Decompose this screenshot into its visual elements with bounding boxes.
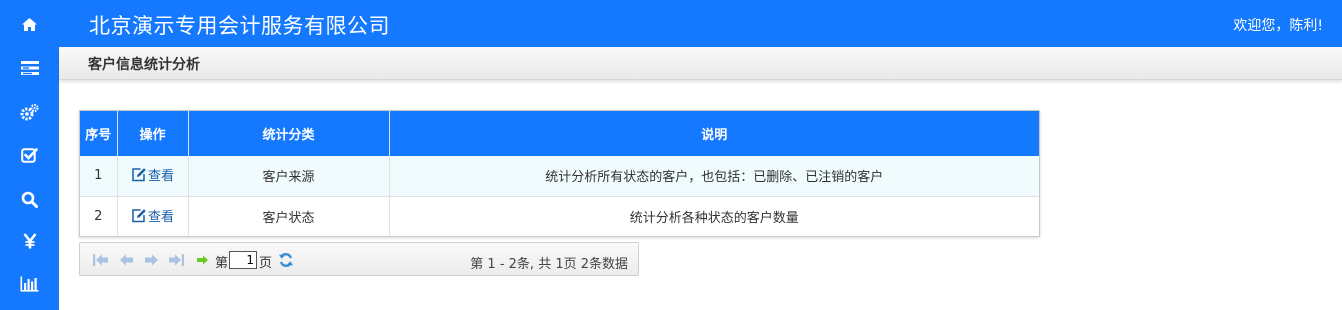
row-index: 2 xyxy=(80,196,118,236)
prev-page-icon xyxy=(119,254,133,266)
sidebar-item-finance[interactable] xyxy=(0,221,59,261)
edit-icon xyxy=(132,168,146,182)
breadcrumb: 客户信息统计分析 xyxy=(59,47,1342,80)
list-icon xyxy=(20,61,39,75)
view-link-label: 查看 xyxy=(147,169,174,185)
row-action-cell: 查看 xyxy=(117,196,189,236)
table-header-row: 序号 操作 统计分类 说明 xyxy=(80,111,1039,156)
company-name: 北京演示专用会计服务有限公司 xyxy=(89,14,390,38)
refresh-button[interactable] xyxy=(277,252,295,268)
row-description: 统计分析各种状态的客户数量 xyxy=(389,196,1039,236)
column-header-category[interactable]: 统计分类 xyxy=(188,111,390,156)
row-action-cell: 查看 xyxy=(117,156,189,197)
go-page-button[interactable] xyxy=(193,252,211,268)
next-page-button[interactable] xyxy=(142,252,160,268)
table-row[interactable]: 2 查看 客户状态 统计分析各种状态的客户数量 xyxy=(80,196,1039,236)
sidebar-item-check[interactable] xyxy=(0,135,59,175)
view-link-label: 查看 xyxy=(147,209,174,225)
search-icon xyxy=(21,191,38,208)
row-index: 1 xyxy=(80,156,118,197)
page-suffix: 页 xyxy=(259,256,273,271)
page-title: 客户信息统计分析 xyxy=(88,57,200,73)
home-icon xyxy=(22,17,37,31)
edit-icon xyxy=(132,208,146,222)
page-prefix: 第 xyxy=(215,256,229,271)
next-page-icon xyxy=(144,254,158,266)
sidebar-item-list[interactable] xyxy=(0,48,59,88)
column-header-description[interactable]: 说明 xyxy=(389,111,1039,156)
row-description: 统计分析所有状态的客户，也包括：已删除、已注销的客户 xyxy=(389,156,1039,197)
page-number-input[interactable] xyxy=(229,251,257,269)
top-header: 北京演示专用会计服务有限公司 欢迎您，陈利! xyxy=(59,0,1342,47)
first-page-icon xyxy=(92,254,108,266)
go-arrow-icon xyxy=(196,255,208,265)
sidebar xyxy=(0,0,59,310)
column-header-action[interactable]: 操作 xyxy=(117,111,189,156)
sidebar-item-settings[interactable] xyxy=(0,92,59,132)
view-link[interactable]: 查看 xyxy=(131,206,174,225)
sidebar-item-home[interactable] xyxy=(0,4,59,44)
row-category: 客户来源 xyxy=(188,156,390,197)
pager: 第 页 第 1 - 2条, 共 1页 2条数据 xyxy=(79,242,639,276)
last-page-icon xyxy=(168,254,184,266)
bar-chart-icon xyxy=(20,276,39,292)
sidebar-item-search[interactable] xyxy=(0,179,59,219)
last-page-button[interactable] xyxy=(167,252,185,268)
sidebar-item-statistics[interactable] xyxy=(0,264,59,304)
first-page-button[interactable] xyxy=(91,252,109,268)
column-header-index[interactable]: 序号 xyxy=(80,111,118,156)
prev-page-button[interactable] xyxy=(117,252,135,268)
row-category: 客户状态 xyxy=(188,196,390,236)
refresh-icon xyxy=(279,253,293,267)
welcome-user[interactable]: 欢迎您，陈利! xyxy=(1233,15,1323,35)
view-link[interactable]: 查看 xyxy=(131,165,174,184)
check-square-icon xyxy=(21,148,38,163)
table-row[interactable]: 1 查看 客户来源 统计分析所有状态的客户，也包括：已删除、已注销的客户 xyxy=(80,156,1039,197)
pager-summary: 第 1 - 2条, 共 1页 2条数据 xyxy=(470,257,628,272)
stats-table: 序号 操作 统计分类 说明 1 查看 客户来源 统计分析所有状态的客户，也包括：… xyxy=(79,110,1040,237)
yen-icon xyxy=(22,233,37,249)
gears-icon xyxy=(20,103,39,120)
